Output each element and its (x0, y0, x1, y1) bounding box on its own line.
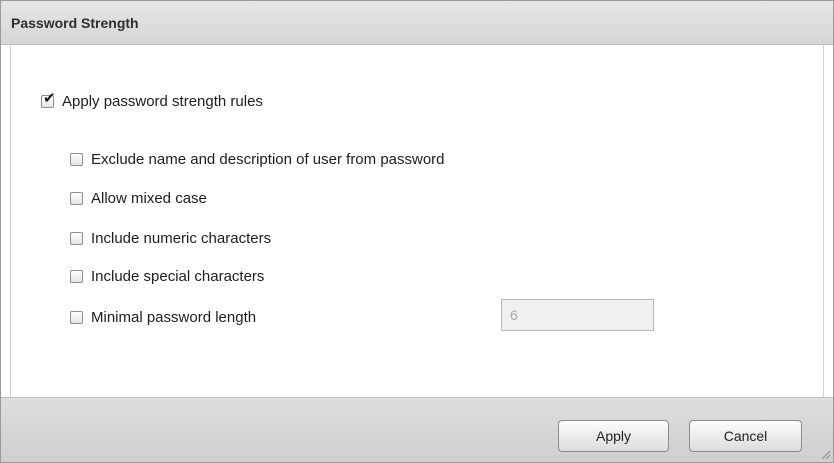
resize-grip-icon[interactable] (819, 448, 831, 460)
cancel-button[interactable]: Cancel (689, 420, 802, 452)
dialog-title: Password Strength (11, 15, 139, 31)
password-strength-dialog: Password Strength ✔ Apply password stren… (0, 0, 834, 463)
special-chars-option[interactable]: Include special characters (70, 266, 264, 286)
numeric-chars-label: Include numeric characters (91, 229, 272, 247)
special-chars-label: Include special characters (91, 267, 265, 285)
min-length-input[interactable] (501, 299, 654, 331)
dialog-footer: Apply Cancel (1, 397, 833, 462)
apply-button[interactable]: Apply (558, 420, 669, 452)
exclude-name-label: Exclude name and description of user fro… (91, 150, 445, 168)
dialog-titlebar: Password Strength (1, 1, 833, 45)
checkmark-icon: ✔ (43, 88, 56, 107)
min-length-option[interactable]: Minimal password length (70, 307, 256, 327)
min-length-checkbox[interactable] (70, 310, 83, 324)
mixed-case-label: Allow mixed case (91, 189, 207, 207)
apply-rules-checkbox[interactable]: ✔ (41, 90, 56, 108)
apply-rules-option[interactable]: ✔ Apply password strength rules (41, 90, 263, 111)
dialog-content: ✔ Apply password strength rules Exclude … (10, 45, 824, 397)
special-chars-checkbox[interactable] (70, 269, 83, 283)
apply-rules-label: Apply password strength rules (62, 92, 263, 110)
numeric-chars-checkbox[interactable] (70, 231, 83, 245)
min-length-label: Minimal password length (91, 308, 257, 326)
exclude-name-option[interactable]: Exclude name and description of user fro… (70, 149, 445, 169)
mixed-case-option[interactable]: Allow mixed case (70, 188, 207, 208)
numeric-chars-option[interactable]: Include numeric characters (70, 228, 271, 248)
mixed-case-checkbox[interactable] (70, 191, 83, 205)
exclude-name-checkbox[interactable] (70, 152, 83, 166)
